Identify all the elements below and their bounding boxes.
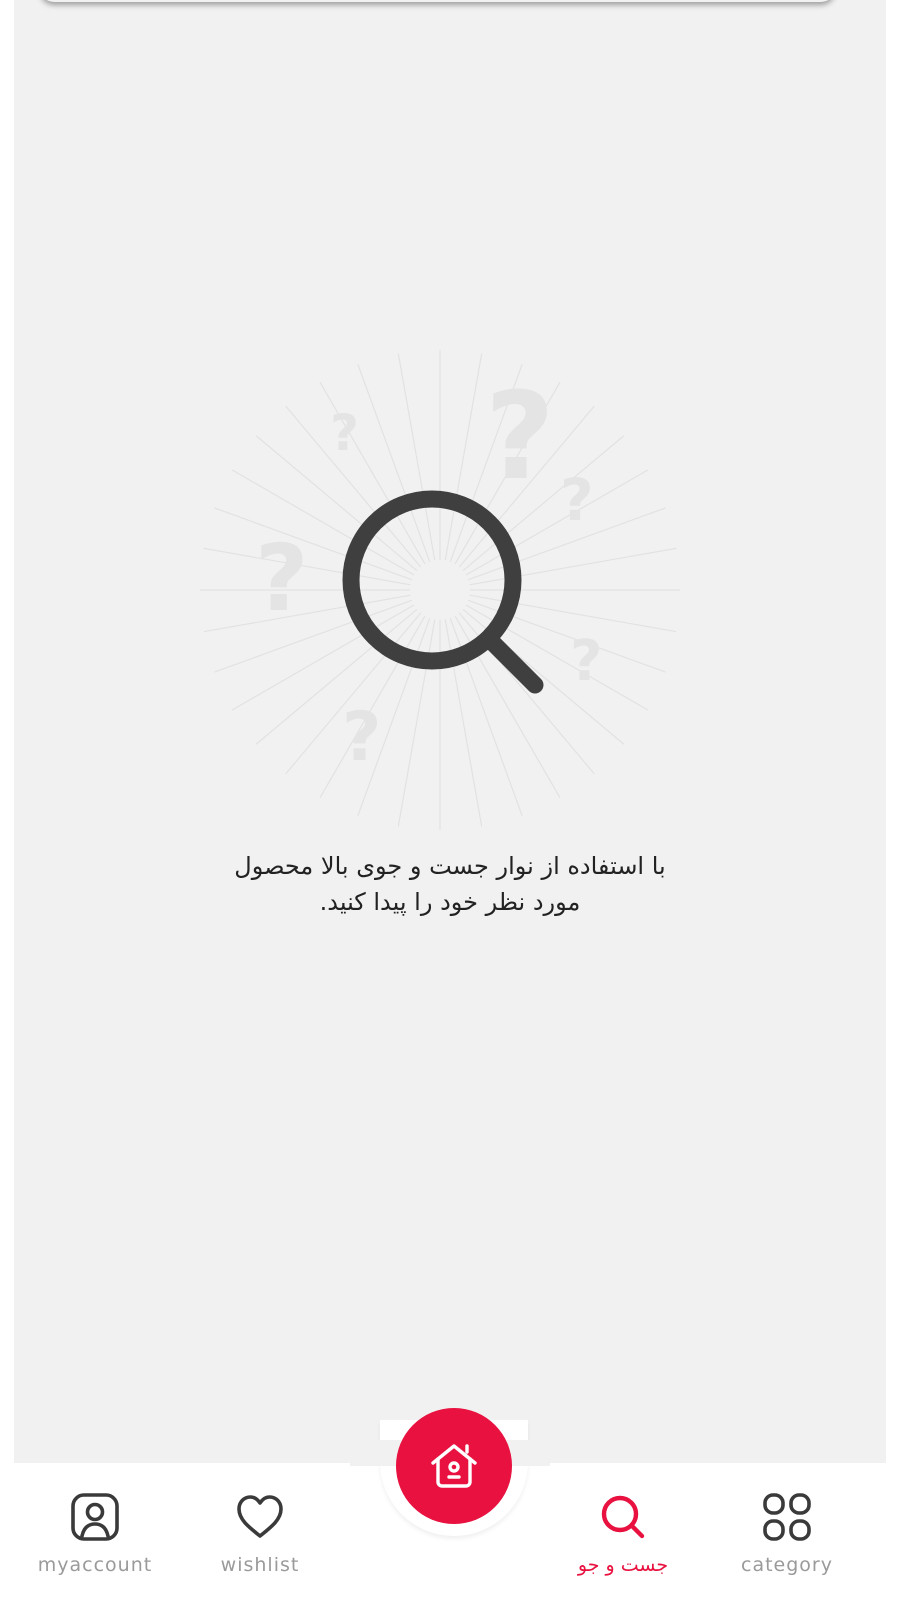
light-ray bbox=[444, 353, 483, 561]
light-ray bbox=[397, 353, 436, 561]
empty-state-line-2: مورد نظر خود را پیدا کنید. bbox=[319, 888, 581, 916]
question-mark-icon: ? bbox=[255, 525, 308, 632]
empty-state-message: با استفاده از نوار جست و جوی بالا محصول … bbox=[150, 848, 750, 920]
magnifier-icon bbox=[342, 490, 544, 694]
empty-search-illustration: ? ? ? ? ? ? bbox=[200, 350, 680, 830]
nav-item-search[interactable]: جست و جو bbox=[548, 1490, 698, 1590]
home-icon bbox=[431, 1444, 477, 1488]
question-mark-icon: ? bbox=[485, 368, 555, 507]
question-mark-icon: ? bbox=[342, 698, 381, 777]
nav-label-category: category bbox=[741, 1554, 833, 1576]
nav-label-search: جست و جو bbox=[577, 1554, 669, 1576]
nav-item-wishlist[interactable]: wishlist bbox=[185, 1490, 335, 1590]
home-button[interactable] bbox=[396, 1408, 512, 1524]
question-mark-icon: ? bbox=[560, 466, 594, 534]
nav-item-category[interactable]: category bbox=[712, 1490, 862, 1590]
heart-icon bbox=[237, 1495, 283, 1538]
account-icon bbox=[71, 1493, 119, 1541]
nav-label-wishlist: wishlist bbox=[220, 1554, 300, 1576]
grid-icon bbox=[763, 1493, 811, 1541]
search-bar-edge bbox=[40, 0, 835, 2]
search-icon bbox=[601, 1495, 645, 1539]
nav-item-myaccount[interactable]: myaccount bbox=[20, 1490, 170, 1590]
nav-label-myaccount: myaccount bbox=[37, 1554, 153, 1576]
empty-state-line-1: با استفاده از نوار جست و جوی بالا محصول bbox=[234, 852, 666, 880]
question-mark-icon: ? bbox=[330, 404, 359, 462]
question-mark-icon: ? bbox=[570, 629, 602, 694]
